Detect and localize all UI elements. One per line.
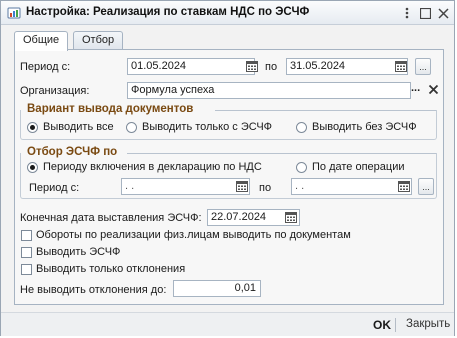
- esf-by-declaration-period-radio[interactable]: [27, 162, 38, 173]
- esf-by-operation-date-label[interactable]: По дате операции: [312, 161, 404, 173]
- period-to-input[interactable]: 31.05.2024: [286, 58, 408, 75]
- esf-period-from-input[interactable]: . .: [121, 178, 250, 195]
- esf-period-select-button[interactable]: ...: [418, 178, 434, 195]
- only-deviations-checkbox[interactable]: [21, 264, 32, 275]
- tab-strip: Общие Отбор: [14, 31, 444, 51]
- esf-period-to-input[interactable]: . .: [291, 178, 412, 195]
- period-select-button[interactable]: ...: [415, 58, 431, 75]
- period-label: Период с:: [20, 61, 71, 73]
- tab-general[interactable]: Общие: [14, 31, 69, 51]
- close-icon[interactable]: [436, 6, 450, 20]
- settings-window-icon: [7, 6, 21, 20]
- close-button[interactable]: Закрыть: [406, 318, 450, 330]
- esf-by-operation-date-radio[interactable]: [296, 162, 307, 173]
- show-esf-label[interactable]: Выводить ЭСЧФ: [36, 246, 120, 258]
- more-actions-icon[interactable]: [400, 6, 414, 20]
- end-date-label: Конечная дата выставления ЭСЧФ:: [20, 212, 202, 224]
- clear-icon[interactable]: [428, 84, 439, 98]
- output-only-esf-radio[interactable]: [126, 122, 137, 133]
- organization-select-button[interactable]: ...: [411, 82, 420, 94]
- esf-period-from-calendar-icon[interactable]: [234, 178, 249, 195]
- individuals-turnover-label[interactable]: Обороты по реализации физ.лицам выводить…: [36, 229, 351, 241]
- esf-period-to-label: по: [259, 182, 272, 194]
- show-esf-checkbox[interactable]: [21, 247, 32, 258]
- ok-button[interactable]: OK: [373, 318, 391, 332]
- tab-filter[interactable]: Отбор: [73, 31, 124, 50]
- esf-period-to-calendar-icon[interactable]: [396, 178, 411, 195]
- output-without-esf-label[interactable]: Выводить без ЭСЧФ: [312, 121, 417, 133]
- esf-period-label: Период с:: [29, 182, 80, 194]
- maximize-icon[interactable]: [418, 6, 432, 20]
- only-deviations-label[interactable]: Выводить только отклонения: [36, 263, 185, 275]
- output-all-radio[interactable]: [27, 122, 38, 133]
- tab-general-label: Общие: [23, 34, 60, 46]
- organization-label: Организация:: [20, 85, 90, 97]
- deviation-threshold-label: Не выводить отклонения до:: [20, 284, 167, 296]
- period-to-calendar-icon[interactable]: [393, 58, 408, 75]
- dialog-footer: OK Закрыть: [1, 312, 454, 336]
- window-title: Настройка: Реализация по ставкам НДС по …: [26, 6, 310, 18]
- period-from-input[interactable]: 01.05.2024: [127, 58, 255, 75]
- individuals-turnover-checkbox[interactable]: [21, 230, 32, 241]
- esf-by-declaration-period-label[interactable]: Периоду включения в декларацию по НДС: [43, 161, 262, 173]
- settings-window: Настройка: Реализация по ставкам НДС по …: [0, 0, 455, 336]
- footer-separator: [395, 318, 396, 332]
- organization-input[interactable]: Формула успеха: [127, 82, 411, 99]
- general-tab-panel: Период с: 01.05.2024 по 31.05.2024 ... О…: [14, 49, 444, 305]
- period-from-calendar-icon[interactable]: [244, 58, 259, 75]
- period-to-label: по: [265, 61, 278, 73]
- deviation-threshold-input[interactable]: 0,01: [173, 280, 261, 297]
- tab-filter-label: Отбор: [82, 34, 115, 46]
- title-bar[interactable]: Настройка: Реализация по ставкам НДС по …: [1, 1, 454, 25]
- end-date-calendar-icon[interactable]: [283, 209, 298, 226]
- output-without-esf-radio[interactable]: [296, 122, 307, 133]
- output-only-esf-label[interactable]: Выводить только с ЭСЧФ: [142, 121, 272, 133]
- output-all-label[interactable]: Выводить все: [43, 121, 114, 133]
